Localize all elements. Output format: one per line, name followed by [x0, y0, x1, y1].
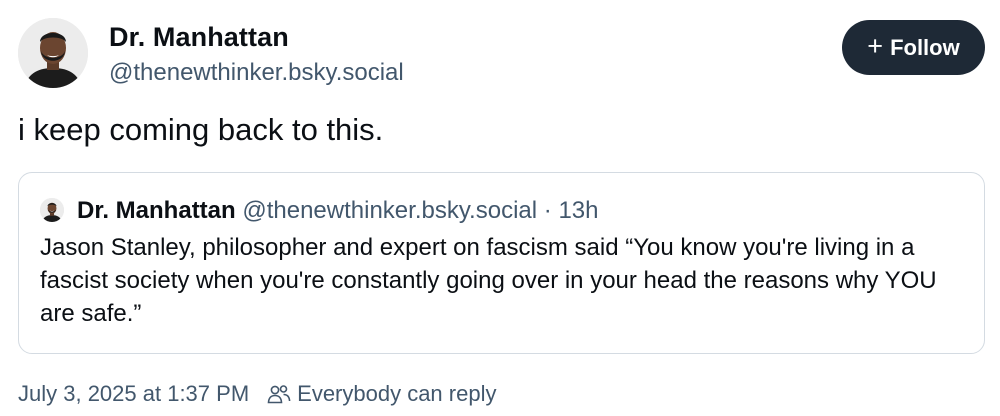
- quote-header: Dr. Manhattan @thenewthinker.bsky.social…: [77, 197, 598, 225]
- post-timestamp: July 3, 2025 at 1:37 PM: [18, 381, 250, 406]
- quote-text: Jason Stanley, philosopher and expert on…: [40, 234, 937, 327]
- post-text: i keep coming back to this.: [18, 112, 384, 147]
- quoted-post-card[interactable]: Dr. Manhattan @thenewthinker.bsky.social…: [18, 172, 985, 354]
- quote-author-handle: @thenewthinker.bsky.social: [242, 197, 538, 224]
- post-thread-item: Dr. Manhattan @thenewthinker.bsky.social…: [0, 0, 1000, 416]
- follow-button-label: Follow: [890, 34, 960, 60]
- follow-button[interactable]: + Follow: [842, 20, 985, 75]
- author-handle[interactable]: @thenewthinker.bsky.social: [109, 59, 404, 87]
- people-icon: [267, 383, 291, 405]
- post-meta-footer: July 3, 2025 at 1:37 PM Everybody can re…: [18, 381, 496, 407]
- quote-author-name: Dr. Manhattan: [77, 197, 236, 224]
- profile-photo-icon: [18, 18, 88, 88]
- quote-author-avatar: [40, 198, 64, 222]
- quote-separator: ·: [543, 197, 552, 224]
- profile-photo-icon: [40, 198, 64, 222]
- author-avatar[interactable]: [18, 18, 88, 88]
- reply-setting[interactable]: Everybody can reply: [297, 381, 496, 407]
- plus-icon: +: [867, 31, 884, 61]
- quote-timestamp: 13h: [558, 197, 599, 224]
- author-display-name[interactable]: Dr. Manhattan: [109, 22, 289, 53]
